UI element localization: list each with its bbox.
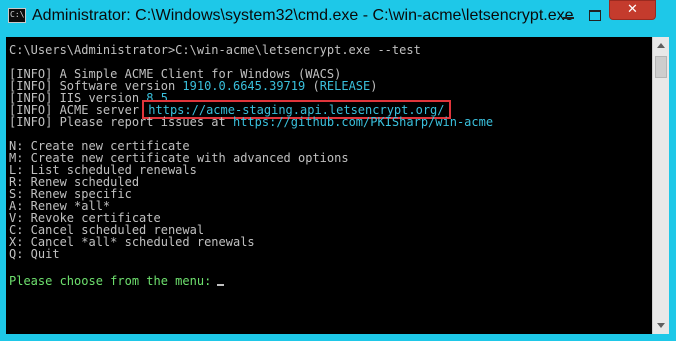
console-output[interactable]: C:\Users\Administrator>C:\win-acme\letse… xyxy=(6,37,652,334)
minimize-button[interactable] xyxy=(555,4,581,26)
scroll-down-icon[interactable] xyxy=(653,317,669,334)
release-value: RELEASE xyxy=(319,79,371,93)
scroll-thumb[interactable] xyxy=(655,56,667,78)
menu-key: Q: xyxy=(9,247,24,261)
menu-item-q: Q: Quit xyxy=(9,248,60,260)
info-text: Please report issues at xyxy=(52,115,233,129)
vertical-scrollbar[interactable] xyxy=(652,37,669,334)
window-title: Administrator: C:\Windows\system32\cmd.e… xyxy=(32,7,574,24)
text-cursor xyxy=(217,284,225,286)
cmd-window: C:\. Administrator: C:\Windows\system32\… xyxy=(0,0,676,341)
software-version-value: 1910.0.6645.39719 xyxy=(182,79,306,93)
title-bar[interactable]: C:\. Administrator: C:\Windows\system32\… xyxy=(0,0,676,37)
release-label: (RELEASE) xyxy=(305,79,378,93)
menu-label: Quit xyxy=(23,247,60,261)
scroll-up-icon[interactable] xyxy=(653,37,669,54)
window-bottom-border xyxy=(0,334,676,341)
maximize-button[interactable] xyxy=(581,4,607,26)
github-url[interactable]: https://github.com/PKISharp/win-acme xyxy=(233,115,493,129)
command-prompt-line: C:\Users\Administrator>C:\win-acme\letse… xyxy=(9,43,421,57)
close-button[interactable]: ✕ xyxy=(609,0,656,20)
info-tag: [INFO] xyxy=(9,115,53,129)
choose-prompt-line[interactable]: Please choose from the menu: xyxy=(9,274,225,288)
choose-prompt: Please choose from the menu: xyxy=(9,274,212,288)
cmd-icon[interactable]: C:\. xyxy=(8,8,26,23)
info-line-report: [INFO] Please report issues at https://g… xyxy=(9,116,493,128)
